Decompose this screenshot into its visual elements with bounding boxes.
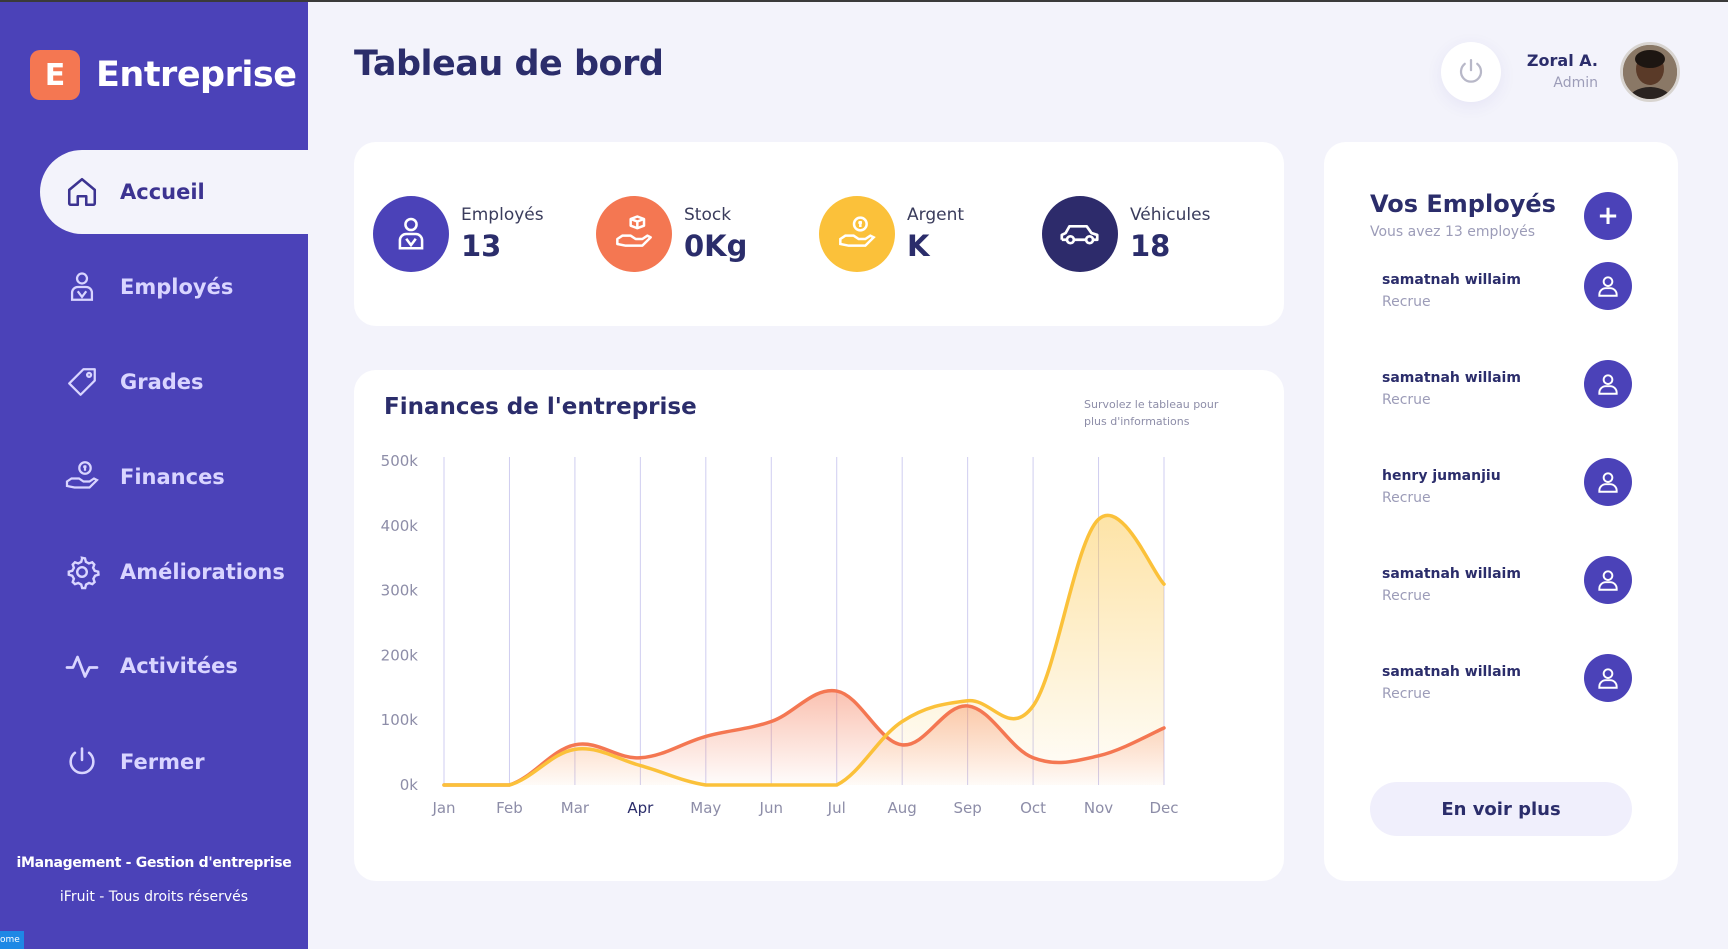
stat-label: Employés <box>461 205 544 225</box>
money-hand-icon <box>64 459 100 495</box>
employee-icon <box>373 196 449 272</box>
sidebar-item-fermer[interactable]: Fermer <box>40 720 308 804</box>
x-tick-label: Apr <box>627 799 654 817</box>
y-tick-label: 500k <box>381 452 419 470</box>
sidebar-item-employes[interactable]: Employés <box>40 245 308 329</box>
user-icon <box>1584 262 1632 310</box>
list-item[interactable]: samatnah willaim Recrue <box>1382 556 1632 616</box>
money-hand-icon <box>819 196 895 272</box>
tag-icon <box>64 364 100 400</box>
user-name: Zoral A. <box>1526 51 1598 70</box>
stat-value: K <box>907 229 930 263</box>
sidebar-item-accueil[interactable]: Accueil <box>40 150 308 234</box>
employees-title: Vos Employés <box>1370 190 1556 218</box>
employee-role: Recrue <box>1382 588 1431 604</box>
employee-name: henry jumanjiu <box>1382 468 1501 484</box>
stat-vehicules[interactable]: Véhicules 18 <box>1042 196 1210 272</box>
list-item[interactable]: henry jumanjiu Recrue <box>1382 458 1632 518</box>
stat-label: Stock <box>684 205 732 225</box>
sidebar-item-ameliorations[interactable]: Améliorations <box>40 530 308 614</box>
box-hand-icon <box>596 196 672 272</box>
employee-name: samatnah willaim <box>1382 566 1521 582</box>
sidebar-footer: iManagement - Gestion d'entreprise iFrui… <box>0 855 308 905</box>
power-icon <box>1459 59 1483 83</box>
stats-card: Employés 13 Stock 0Kg Argent K Véhicules… <box>354 142 1284 326</box>
power-icon <box>64 744 100 780</box>
x-tick-label: Sep <box>953 799 981 817</box>
x-tick-label: Dec <box>1149 799 1178 817</box>
sidebar-item-label: Finances <box>120 465 225 489</box>
employee-name: samatnah willaim <box>1382 370 1521 386</box>
user-icon <box>1584 654 1632 702</box>
x-tick-label: May <box>690 799 721 817</box>
sidebar-item-activitees[interactable]: Activitées <box>40 624 308 708</box>
stat-stock[interactable]: Stock 0Kg <box>596 196 747 272</box>
home-icon <box>64 174 100 210</box>
sidebar-item-label: Fermer <box>120 750 205 774</box>
employee-role: Recrue <box>1382 686 1431 702</box>
avatar[interactable] <box>1620 42 1680 102</box>
x-tick-label: Oct <box>1020 799 1046 817</box>
y-tick-label: 200k <box>381 646 419 664</box>
sidebar-item-label: Employés <box>120 275 234 299</box>
employee-icon <box>64 269 100 305</box>
finance-chart-card: Finances de l'entreprise Survolez le tab… <box>354 370 1284 881</box>
sidebar: E Entreprise Accueil Employés Grades Fin… <box>0 2 308 949</box>
stat-value: 13 <box>461 229 502 263</box>
car-icon <box>1042 196 1118 272</box>
x-tick-label: Jun <box>759 799 783 817</box>
user-icon <box>1584 556 1632 604</box>
y-tick-label: 300k <box>381 582 419 600</box>
stat-argent[interactable]: Argent K <box>819 196 964 272</box>
footer-app-name: iManagement - Gestion d'entreprise <box>16 855 292 871</box>
sidebar-item-label: Activitées <box>120 654 238 678</box>
stat-label: Véhicules <box>1130 205 1211 225</box>
x-tick-label: Mar <box>561 799 590 817</box>
brand-logo: E <box>30 50 80 100</box>
add-employee-button[interactable]: + <box>1584 192 1632 240</box>
list-item[interactable]: samatnah willaim Recrue <box>1382 360 1632 420</box>
x-tick-label: Aug <box>888 799 917 817</box>
sidebar-item-label: Accueil <box>120 180 205 204</box>
employee-role: Recrue <box>1382 490 1431 506</box>
activity-icon <box>64 648 100 684</box>
finance-chart[interactable]: 0k 100k 200k 300k 400k 500k Jan Feb Mar Apr May Jun… <box>354 370 1284 881</box>
footer-copyright: iFruit - Tous droits réservés <box>59 889 249 905</box>
user-icon <box>1584 360 1632 408</box>
brand[interactable]: E Entreprise <box>30 50 297 100</box>
list-item[interactable]: samatnah willaim Recrue <box>1382 654 1632 714</box>
x-tick-label: Feb <box>496 799 523 817</box>
user-icon <box>1584 458 1632 506</box>
stat-label: Argent <box>907 205 965 225</box>
stat-value: 18 <box>1130 229 1171 263</box>
x-tick-label: Jan <box>431 799 455 817</box>
x-tick-label: Jul <box>827 799 846 817</box>
sidebar-item-label: Grades <box>120 370 204 394</box>
brand-name: Entreprise <box>96 55 297 95</box>
y-tick-label: 400k <box>381 517 419 535</box>
stat-value: 0Kg <box>684 229 748 263</box>
user-role: Admin <box>1553 75 1598 91</box>
see-more-button[interactable]: En voir plus <box>1370 782 1632 836</box>
employees-subtitle: Vous avez 13 employés <box>1370 224 1535 240</box>
employees-card: Vos Employés Vous avez 13 employés + sam… <box>1324 142 1678 881</box>
page-title: Tableau de bord <box>354 44 664 84</box>
y-tick-label: 0k <box>400 776 419 794</box>
x-tick-label: Nov <box>1084 799 1113 817</box>
employee-role: Recrue <box>1382 392 1431 408</box>
sidebar-item-finances[interactable]: Finances <box>40 435 308 519</box>
gear-icon <box>64 554 100 590</box>
list-item[interactable]: samatnah willaim Recrue <box>1382 262 1632 322</box>
employee-name: samatnah willaim <box>1382 272 1521 288</box>
plus-icon: + <box>1597 201 1619 231</box>
sidebar-item-grades[interactable]: Grades <box>40 340 308 424</box>
employee-name: samatnah willaim <box>1382 664 1521 680</box>
corner-tag[interactable]: ome <box>0 931 24 949</box>
avatar-image <box>1623 45 1677 99</box>
employee-role: Recrue <box>1382 294 1431 310</box>
sidebar-item-label: Améliorations <box>120 560 285 584</box>
stat-employes[interactable]: Employés 13 <box>373 196 544 272</box>
y-tick-label: 100k <box>381 711 419 729</box>
logout-button[interactable] <box>1441 42 1501 102</box>
